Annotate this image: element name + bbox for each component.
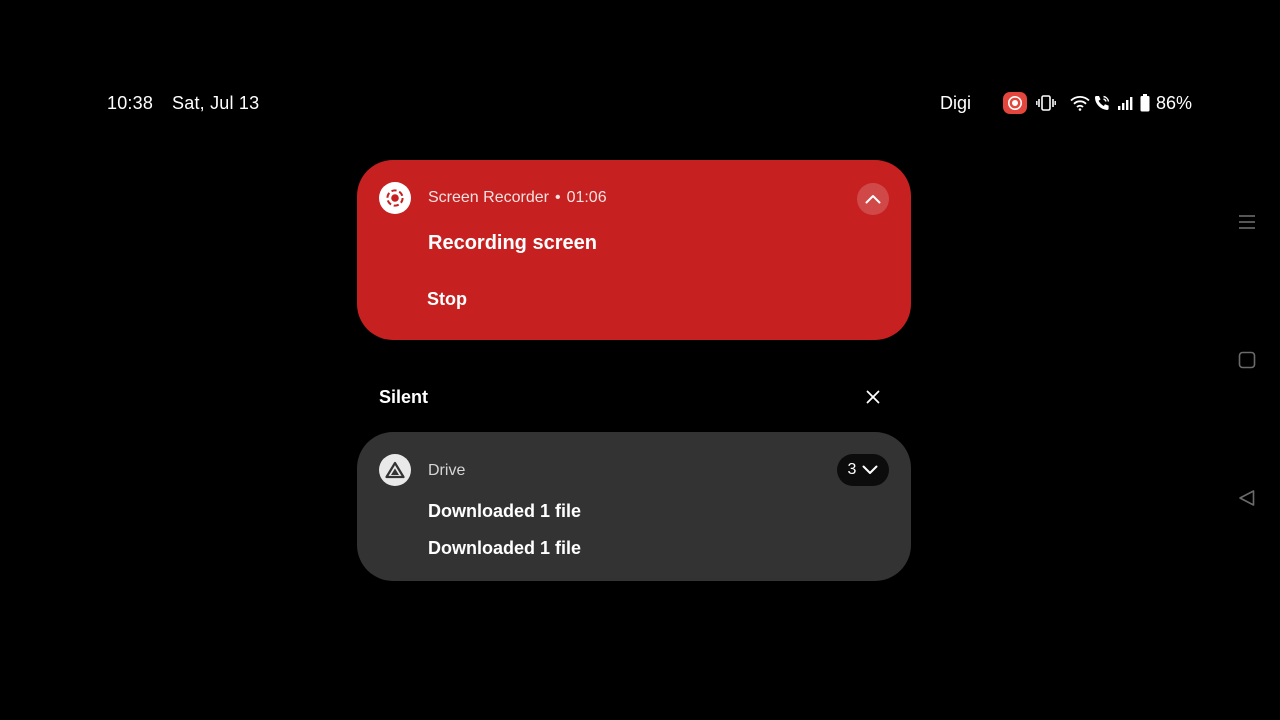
status-time: 10:38 bbox=[107, 93, 154, 113]
status-bar-left: 10:38 Sat, Jul 13 bbox=[107, 93, 259, 114]
notification-count: 3 bbox=[847, 461, 857, 478]
signal-icon bbox=[1117, 95, 1133, 111]
notification-title: Recording screen bbox=[428, 232, 597, 254]
drive-notification[interactable]: Drive 3 Downloaded 1 file Downloaded 1 f… bbox=[357, 432, 911, 581]
chevron-up-icon[interactable] bbox=[857, 183, 889, 215]
battery-icon bbox=[1140, 94, 1150, 112]
chevron-down-icon bbox=[862, 465, 878, 475]
app-name: Screen Recorder bbox=[428, 189, 549, 206]
carrier-name: Digi bbox=[939, 92, 971, 113]
battery-percent: 86% bbox=[1155, 92, 1192, 113]
notification-line: Downloaded 1 file bbox=[428, 501, 582, 521]
vibrate-icon bbox=[1036, 95, 1056, 111]
status-date: Sat, Jul 13 bbox=[172, 93, 260, 113]
header-separator: • bbox=[554, 189, 561, 206]
notification-header: Screen Recorder • 01:06 bbox=[428, 189, 607, 207]
elapsed-time: 01:06 bbox=[566, 189, 607, 206]
screen-recorder-notification[interactable]: Screen Recorder • 01:06 Recording screen… bbox=[357, 160, 911, 340]
drive-icon bbox=[379, 454, 411, 486]
app-name: Drive bbox=[428, 462, 466, 479]
back-icon[interactable] bbox=[1236, 487, 1258, 509]
stop-button[interactable]: Stop bbox=[427, 289, 467, 310]
notification-line: Downloaded 1 file bbox=[428, 538, 582, 558]
wifi-calling-icon bbox=[1093, 94, 1111, 112]
status-bar-right: Digi 86% bbox=[940, 92, 1192, 114]
recents-icon[interactable] bbox=[1236, 211, 1258, 233]
expand-button[interactable]: 3 bbox=[837, 454, 889, 486]
wifi-icon bbox=[1070, 95, 1090, 111]
close-icon[interactable] bbox=[862, 386, 884, 408]
home-icon[interactable] bbox=[1236, 349, 1258, 371]
notification-shade: 10:38 Sat, Jul 13 Digi 86% Screen Record… bbox=[0, 0, 1280, 720]
screen-recorder-icon bbox=[379, 182, 411, 214]
screen-recording-icon bbox=[1002, 92, 1027, 114]
section-label-silent: Silent bbox=[379, 387, 429, 407]
